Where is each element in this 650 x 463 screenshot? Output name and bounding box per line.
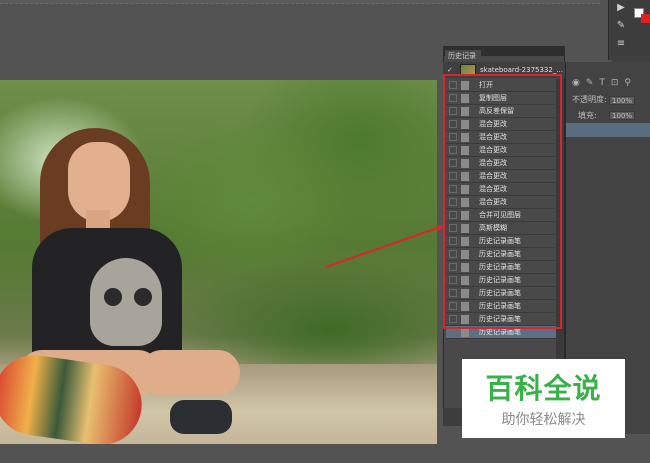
annotation-box [443, 74, 562, 329]
skull-eye-left [104, 288, 122, 306]
watermark: 百科全说 助你轻松解决 [462, 359, 625, 438]
selected-layer-row[interactable] [566, 123, 650, 137]
history-brush-checkbox[interactable] [449, 328, 457, 336]
fill-row: 填充: [578, 110, 597, 124]
shoe [170, 400, 232, 434]
tool-presets-icon[interactable]: ≡ [612, 38, 630, 52]
skull-eye-right [134, 288, 152, 306]
snapshot-label: skateboard-2375332_... [480, 66, 564, 74]
history-brush-source-icon[interactable]: ✓ [447, 66, 453, 74]
opacity-row: 不透明度: [572, 94, 607, 108]
leg-right [140, 350, 240, 395]
layer-filter-icons[interactable]: ◉✎T⊡⚲ [572, 78, 637, 88]
fill-label: 填充: [578, 111, 597, 120]
annotation-arrow [326, 225, 445, 268]
fill-field[interactable]: 100% [609, 111, 635, 120]
watermark-title: 百科全说 [485, 372, 602, 405]
brush-settings-icon[interactable]: ✎ [612, 20, 630, 34]
watermark-subtitle: 助你轻松解决 [501, 412, 586, 428]
tab-history[interactable]: 历史记录 [445, 50, 481, 62]
play-icon[interactable]: ▶ [612, 2, 630, 16]
skull-print [90, 258, 162, 346]
background-color-swatch[interactable] [641, 14, 650, 23]
opacity-label: 不透明度: [572, 95, 607, 104]
opacity-field[interactable]: 100% [609, 96, 635, 105]
options-bar-edge [0, 0, 600, 4]
